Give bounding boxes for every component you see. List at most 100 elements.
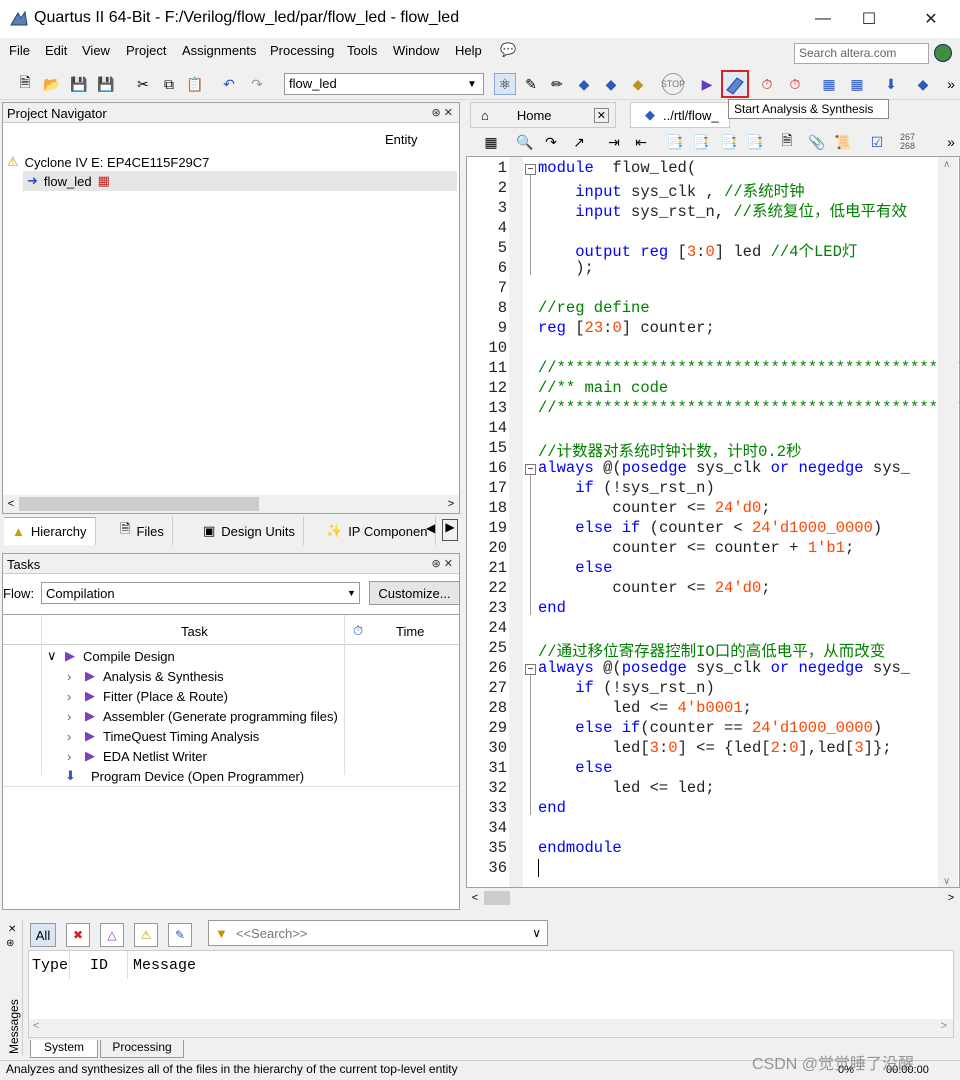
netlist-icon[interactable]: ◆ bbox=[627, 73, 649, 95]
chip-planner-icon[interactable]: ◆ bbox=[573, 73, 595, 95]
scroll-left-icon[interactable]: < bbox=[466, 892, 484, 904]
editor-props-icon[interactable]: ▦ bbox=[480, 131, 502, 153]
task-row-analysis-synthesis[interactable]: › ▶ Analysis & Synthesis bbox=[67, 666, 224, 686]
menu-file[interactable]: File bbox=[9, 43, 30, 58]
maximize-button[interactable]: ☐ bbox=[846, 0, 892, 38]
expand-chevron-icon[interactable]: › bbox=[67, 749, 85, 764]
scroll-thumb[interactable] bbox=[484, 891, 510, 905]
task-row-assembler[interactable]: › ▶ Assembler (Generate programming file… bbox=[67, 706, 338, 726]
top-entity-node[interactable]: ➜ flow_led ▦ bbox=[23, 171, 457, 191]
fold-toggle-icon[interactable]: − bbox=[525, 164, 536, 175]
attach-icon[interactable]: 📎 bbox=[806, 131, 828, 153]
bookmark-prev-icon[interactable]: 📑 bbox=[690, 131, 712, 153]
copy-icon[interactable]: ⧉ bbox=[158, 73, 180, 95]
filter-error-icon[interactable]: ✖ bbox=[66, 923, 90, 947]
tab-hierarchy[interactable]: ▲ Hierarchy bbox=[4, 517, 96, 545]
horizontal-scrollbar[interactable]: < > bbox=[3, 495, 459, 513]
search-input[interactable]: Search altera.com bbox=[794, 43, 929, 64]
find-icon[interactable]: 🔍 bbox=[514, 131, 536, 153]
code-line[interactable]: //通过移位寄存器控制IO口的高低电平，从而改变 bbox=[538, 639, 885, 661]
code-line[interactable]: module flow_led( bbox=[538, 159, 696, 177]
scroll-thumb[interactable] bbox=[19, 497, 259, 511]
code-line[interactable]: input sys_clk , //系统时钟 bbox=[538, 179, 804, 201]
code-line[interactable]: ); bbox=[538, 259, 594, 277]
sopc-icon[interactable]: ◆ bbox=[912, 73, 934, 95]
code-line[interactable]: //**************************************… bbox=[538, 359, 959, 377]
fold-toggle-icon[interactable]: − bbox=[525, 464, 536, 475]
start-analysis-synthesis-button[interactable] bbox=[721, 70, 749, 98]
timing-analyzer-icon[interactable]: ⏱ bbox=[756, 73, 778, 95]
code-line[interactable]: //** main code bbox=[538, 379, 668, 397]
code-line[interactable]: led <= led; bbox=[538, 779, 714, 797]
panel-close-icon[interactable]: ⊛ ✕ bbox=[432, 106, 454, 119]
device-node[interactable]: ⚠ Cyclone IV E: EP4CE115F29C7 bbox=[7, 154, 209, 170]
technology-map-icon[interactable]: ▦ bbox=[846, 73, 868, 95]
comment-icon[interactable]: 🗎 bbox=[776, 131, 798, 153]
minimize-button[interactable]: — bbox=[800, 0, 846, 38]
scroll-right-icon[interactable]: > bbox=[443, 498, 459, 510]
tab-scroll-right-icon[interactable]: ▶ bbox=[442, 519, 458, 541]
message-hscrollbar[interactable]: < > bbox=[29, 1019, 953, 1037]
code-line[interactable]: end bbox=[538, 599, 566, 617]
code-line[interactable]: else bbox=[538, 759, 612, 777]
collapse-chevron-icon[interactable]: ∨ bbox=[47, 648, 65, 664]
scroll-left-icon[interactable]: < bbox=[3, 498, 19, 510]
code-line[interactable]: end bbox=[538, 799, 566, 817]
close-window-button[interactable]: ✕ bbox=[908, 0, 954, 38]
globe-icon[interactable] bbox=[934, 44, 952, 62]
undo-icon[interactable]: ↶ bbox=[218, 73, 240, 95]
tab-design-units[interactable]: ▣ Design Units bbox=[195, 517, 304, 545]
code-line[interactable]: //**************************************… bbox=[538, 399, 959, 417]
pin-planner-icon[interactable]: ✎ bbox=[520, 73, 542, 95]
project-navigator-toggle-icon[interactable]: ⚛ bbox=[494, 73, 516, 95]
bookmark-next-icon[interactable]: 📑 bbox=[718, 131, 740, 153]
code-line[interactable]: //计数器对系统时钟计数，计时0.2秒 bbox=[538, 439, 802, 461]
code-line[interactable]: input sys_rst_n, //系统复位，低电平有效 bbox=[538, 199, 907, 221]
task-row-fitter[interactable]: › ▶ Fitter (Place & Route) bbox=[67, 686, 228, 706]
assignment-editor-icon[interactable]: ✏ bbox=[546, 73, 568, 95]
bookmark-icon[interactable]: 📑 bbox=[664, 131, 686, 153]
panel-close-icon[interactable]: ⊛ ✕ bbox=[432, 557, 454, 570]
rtl-viewer-icon[interactable]: ▦ bbox=[818, 73, 840, 95]
settings-icon[interactable]: ◆ bbox=[600, 73, 622, 95]
indent-icon[interactable]: ⇥ bbox=[603, 131, 625, 153]
task-row-eda-netlist[interactable]: › ▶ EDA Netlist Writer bbox=[67, 746, 207, 766]
menu-processing[interactable]: Processing bbox=[270, 43, 334, 58]
programmer-icon[interactable]: ⬇ bbox=[880, 73, 902, 95]
revision-select[interactable]: flow_led bbox=[284, 73, 484, 95]
redo-icon[interactable]: ↷ bbox=[246, 73, 268, 95]
toolbar-overflow-icon[interactable]: » bbox=[940, 73, 960, 95]
tab-ip-components[interactable]: ✨ IP Componen bbox=[318, 517, 437, 545]
menu-assignments[interactable]: Assignments bbox=[182, 43, 256, 58]
filter-critical-icon[interactable]: △ bbox=[100, 923, 124, 947]
task-row-program-device[interactable]: ⬇ Program Device (Open Programmer) bbox=[65, 766, 304, 786]
check-icon[interactable]: ☑ bbox=[866, 131, 888, 153]
code-line[interactable]: led <= 4'b0001; bbox=[538, 699, 752, 717]
stop-icon[interactable]: STOP bbox=[661, 73, 685, 95]
start-compilation-icon[interactable]: ▶ bbox=[696, 73, 718, 95]
line-numbers-icon[interactable]: 267 268 bbox=[900, 133, 915, 151]
expand-chevron-icon[interactable]: › bbox=[67, 729, 85, 744]
code-line[interactable]: always @(posedge sys_clk or negedge sys_ bbox=[538, 659, 910, 677]
menu-tools[interactable]: Tools bbox=[347, 43, 377, 58]
expand-chevron-icon[interactable]: › bbox=[67, 709, 85, 724]
task-row-compile-design[interactable]: ∨ ▶ Compile Design bbox=[47, 646, 175, 666]
filter-all-button[interactable]: All bbox=[30, 923, 56, 947]
expand-chevron-icon[interactable]: › bbox=[67, 689, 85, 704]
close-tab-icon[interactable]: ✕ bbox=[593, 107, 609, 123]
tab-system[interactable]: System bbox=[30, 1040, 98, 1058]
new-file-icon[interactable]: 🗎 bbox=[14, 73, 36, 95]
customize-button[interactable]: Customize... bbox=[369, 581, 460, 605]
goto-icon[interactable]: ↗ bbox=[568, 131, 590, 153]
menu-edit[interactable]: Edit bbox=[45, 43, 67, 58]
tab-flow-led-v[interactable]: ◆ ../rtl/flow_ bbox=[630, 102, 730, 128]
tab-processing[interactable]: Processing bbox=[100, 1040, 184, 1058]
menu-view[interactable]: View bbox=[82, 43, 110, 58]
filter-warning-icon[interactable]: ⚠ bbox=[134, 923, 158, 947]
open-file-icon[interactable]: 📂 bbox=[41, 73, 63, 95]
code-line[interactable]: always @(posedge sys_clk or negedge sys_ bbox=[538, 459, 910, 477]
message-search-input[interactable]: ▼ <<Search>> ∨ bbox=[208, 920, 548, 946]
code-line[interactable]: if (!sys_rst_n) bbox=[538, 479, 715, 497]
code-line[interactable]: //reg define bbox=[538, 299, 650, 317]
cut-icon[interactable]: ✂ bbox=[132, 73, 154, 95]
